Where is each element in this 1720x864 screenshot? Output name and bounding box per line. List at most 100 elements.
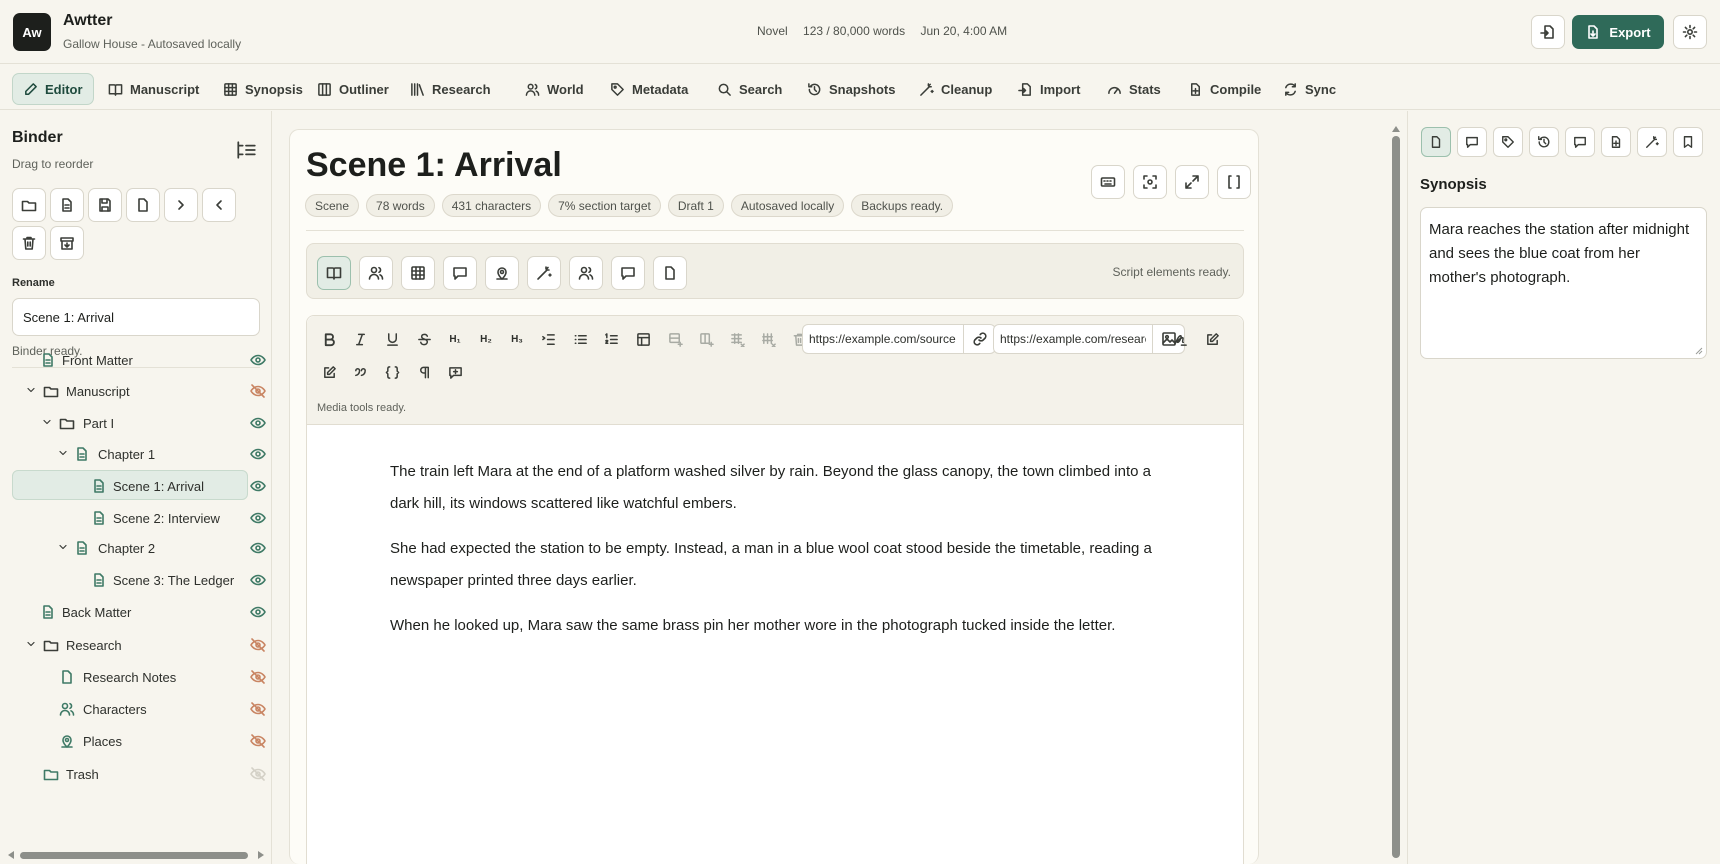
import-button[interactable] xyxy=(1531,15,1565,49)
delete-row-button[interactable] xyxy=(725,327,749,351)
scroll-up-arrow[interactable] xyxy=(1392,126,1400,132)
delete-column-button[interactable] xyxy=(756,327,780,351)
scrollbar-thumb[interactable] xyxy=(1392,136,1400,858)
inspector-comments-tab[interactable] xyxy=(1565,127,1595,157)
tab-snapshots[interactable]: Snapshots xyxy=(797,73,905,105)
settings-button[interactable] xyxy=(1673,15,1707,49)
insert-link-button[interactable] xyxy=(964,324,996,354)
heading-2-button[interactable]: H₂ xyxy=(474,327,498,351)
tab-research[interactable]: Research xyxy=(400,73,501,105)
inspector-notes-tab[interactable] xyxy=(1457,127,1487,157)
tree-item-scene-3[interactable]: Scene 3: The Ledger xyxy=(12,565,272,595)
chevron-down-icon[interactable] xyxy=(41,416,53,428)
signature-button[interactable] xyxy=(1168,327,1192,351)
inspector-compile-tab[interactable] xyxy=(1601,127,1631,157)
script-transition-button[interactable] xyxy=(527,256,561,290)
chevron-down-icon[interactable] xyxy=(25,384,37,396)
tab-compile[interactable]: Compile xyxy=(1178,73,1271,105)
eye-icon[interactable] xyxy=(250,446,266,462)
binder-layout-toggle[interactable] xyxy=(235,139,257,161)
manuscript-text[interactable]: The train left Mara at the end of a plat… xyxy=(307,426,1243,655)
inspector-synopsis-tab[interactable] xyxy=(1421,127,1451,157)
inspector-cleanup-tab[interactable] xyxy=(1637,127,1667,157)
add-row-button[interactable] xyxy=(663,327,687,351)
eye-icon[interactable] xyxy=(250,572,266,588)
tab-sync[interactable]: Sync xyxy=(1273,73,1346,105)
delete-button[interactable] xyxy=(12,226,46,260)
script-prose-button[interactable] xyxy=(317,256,351,290)
image-url-input[interactable] xyxy=(993,324,1153,354)
new-document-button[interactable] xyxy=(126,188,160,222)
synopsis-textarea[interactable]: Mara reaches the station after midnight … xyxy=(1420,207,1707,359)
script-note-button[interactable] xyxy=(611,256,645,290)
script-table-button[interactable] xyxy=(401,256,435,290)
new-text-button[interactable] xyxy=(50,188,84,222)
tab-synopsis[interactable]: Synopsis xyxy=(213,73,313,105)
eye-icon[interactable] xyxy=(250,604,266,620)
scroll-right-arrow[interactable] xyxy=(258,851,264,859)
eye-off-icon[interactable] xyxy=(250,637,266,653)
outdent-button[interactable] xyxy=(202,188,236,222)
tree-item-scene-2[interactable]: Scene 2: Interview xyxy=(12,503,272,533)
insert-table-button[interactable] xyxy=(631,327,655,351)
tree-item-places[interactable]: Places xyxy=(12,726,272,756)
paragraph-marks-button[interactable] xyxy=(412,360,436,384)
tab-world[interactable]: World xyxy=(515,73,594,105)
binder-horizontal-scrollbar[interactable] xyxy=(8,850,264,860)
chevron-down-icon[interactable] xyxy=(57,447,69,459)
paragraph[interactable]: She had expected the station to be empty… xyxy=(390,533,1159,597)
eye-icon[interactable] xyxy=(250,352,266,368)
tab-cleanup[interactable]: Cleanup xyxy=(909,73,1002,105)
inspector-metadata-tab[interactable] xyxy=(1493,127,1523,157)
eye-off-icon[interactable] xyxy=(250,701,266,717)
tree-item-part-1[interactable]: Part I xyxy=(12,408,272,438)
resize-grip-icon[interactable] xyxy=(1695,347,1703,355)
tab-editor[interactable]: Editor xyxy=(12,73,94,105)
paragraph[interactable]: When he looked up, Mara saw the same bra… xyxy=(390,610,1159,642)
heading-1-button[interactable]: H₁ xyxy=(443,327,467,351)
tree-item-manuscript[interactable]: Manuscript xyxy=(12,376,272,406)
export-button[interactable]: Export xyxy=(1572,15,1664,49)
add-column-button[interactable] xyxy=(694,327,718,351)
eye-off-icon[interactable] xyxy=(250,766,266,782)
tab-import[interactable]: Import xyxy=(1008,73,1090,105)
rename-input[interactable] xyxy=(12,298,260,336)
eye-icon[interactable] xyxy=(250,540,266,556)
eye-icon[interactable] xyxy=(250,510,266,526)
editor-vertical-scrollbar[interactable] xyxy=(1389,126,1403,864)
code-button[interactable] xyxy=(380,360,404,384)
archive-button[interactable] xyxy=(50,226,84,260)
inspector-snapshots-tab[interactable] xyxy=(1529,127,1559,157)
heading-3-button[interactable]: H₃ xyxy=(505,327,529,351)
tree-item-trash[interactable]: Trash xyxy=(12,759,272,789)
eye-icon[interactable] xyxy=(250,415,266,431)
inspector-bookmarks-tab[interactable] xyxy=(1673,127,1703,157)
scroll-down-arrow[interactable] xyxy=(1392,852,1400,858)
scrollbar-thumb[interactable] xyxy=(20,852,248,859)
numbered-list-button[interactable] xyxy=(599,327,623,351)
fullscreen-button[interactable] xyxy=(1175,165,1209,199)
italic-button[interactable] xyxy=(348,327,372,351)
tree-item-chapter-1[interactable]: Chapter 1 xyxy=(12,439,272,469)
tab-metadata[interactable]: Metadata xyxy=(600,73,698,105)
bold-button[interactable] xyxy=(317,327,341,351)
tree-item-research-notes[interactable]: Research Notes xyxy=(12,662,272,692)
focus-mode-button[interactable] xyxy=(1133,165,1167,199)
tab-outliner[interactable]: Outliner xyxy=(307,73,399,105)
script-characters-button[interactable] xyxy=(359,256,393,290)
script-dialogue-button[interactable] xyxy=(443,256,477,290)
tree-item-characters[interactable]: Characters xyxy=(12,694,272,724)
tree-item-front-matter[interactable]: Front Matter xyxy=(12,345,272,375)
eye-icon[interactable] xyxy=(250,478,266,494)
eye-off-icon[interactable] xyxy=(250,669,266,685)
add-comment-button[interactable] xyxy=(443,360,467,384)
tab-manuscript[interactable]: Manuscript xyxy=(98,73,209,105)
typewriter-mode-button[interactable] xyxy=(1091,165,1125,199)
split-view-button[interactable] xyxy=(1217,165,1251,199)
chevron-down-icon[interactable] xyxy=(57,541,69,553)
tree-item-scene-1[interactable]: Scene 1: Arrival xyxy=(12,470,266,500)
tab-search[interactable]: Search xyxy=(707,73,792,105)
paragraph[interactable]: The train left Mara at the end of a plat… xyxy=(390,456,1159,520)
strikethrough-button[interactable] xyxy=(412,327,436,351)
script-group-button[interactable] xyxy=(569,256,603,290)
